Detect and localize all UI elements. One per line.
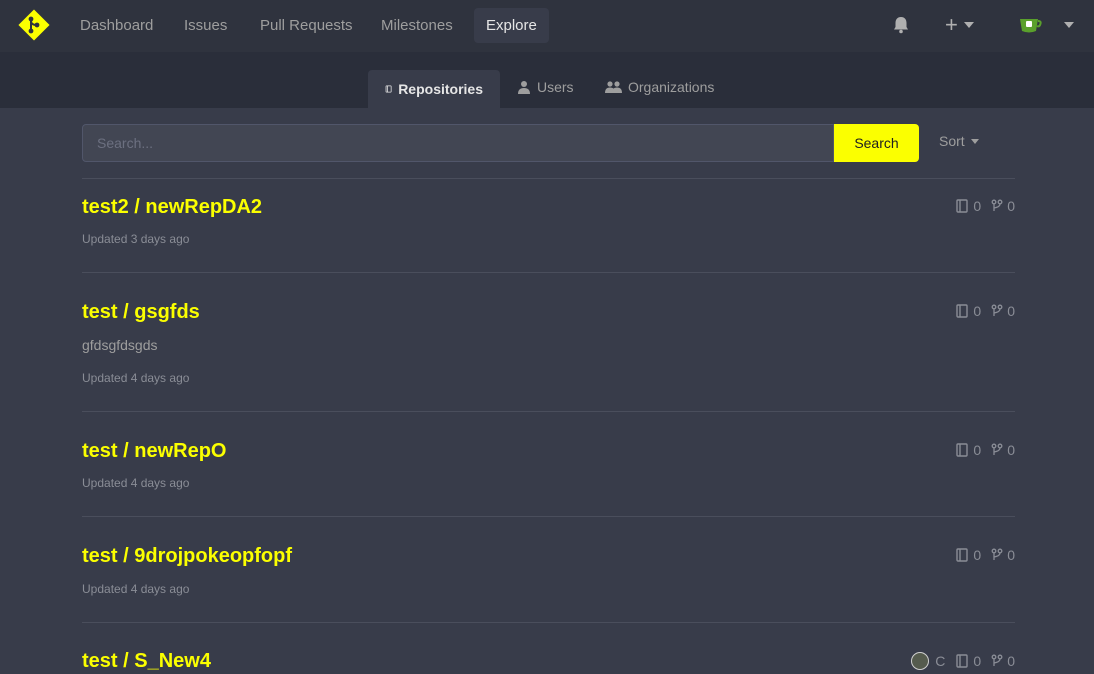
fork-icon (991, 443, 1003, 455)
stars-stat: 0 (955, 198, 981, 214)
repo-stats: 0 0 (945, 442, 1015, 458)
forks-stat: 0 (991, 547, 1015, 563)
repo-updated-time: Updated 4 days ago (82, 371, 190, 385)
divider (82, 272, 1015, 273)
forks-count: 0 (1007, 198, 1015, 214)
forks-count: 0 (1007, 547, 1015, 563)
stars-count: 0 (973, 198, 982, 214)
forks-stat: 0 (991, 198, 1015, 214)
tab-organizations-label: Organizations (628, 79, 715, 95)
search-button[interactable]: Search (834, 124, 919, 162)
repo-book-icon (956, 654, 969, 668)
repo-stats: 0 0 (945, 303, 1015, 319)
chevron-down-icon (963, 22, 974, 28)
repo-updated-time: Updated 4 days ago (82, 582, 190, 596)
tab-users-label: Users (537, 79, 574, 95)
user-icon (518, 81, 530, 94)
divider (82, 411, 1015, 412)
forks-stat: 0 (991, 653, 1015, 669)
forks-count: 0 (1007, 303, 1015, 319)
user-menu-chevron-icon[interactable] (1064, 22, 1074, 28)
repo-description: gfdsgfdsgds (82, 337, 158, 353)
stars-stat: 0 (955, 653, 981, 669)
chevron-down-icon (970, 138, 979, 144)
repo-title-link[interactable]: test / S_New4 (82, 650, 211, 673)
repo-title-link[interactable]: test / 9drojpokeopfopf (82, 545, 292, 568)
stars-stat: 0 (955, 442, 981, 458)
fork-icon (991, 548, 1003, 560)
repo-stats: C 0 0 (911, 652, 1015, 670)
search-input[interactable] (82, 124, 834, 162)
stars-count: 0 (973, 547, 982, 563)
divider (82, 622, 1015, 623)
language-color-dot (911, 652, 930, 670)
repo-icon (385, 85, 392, 93)
repo-book-icon (956, 199, 969, 213)
repo-updated-time: Updated 4 days ago (82, 476, 190, 490)
gitea-logo-icon[interactable] (17, 8, 51, 42)
fork-icon (991, 199, 1003, 211)
repo-title-link[interactable]: test2 / newRepDA2 (82, 196, 262, 219)
repo-stats: 0 0 (945, 198, 1015, 214)
create-new-menu[interactable]: + (945, 14, 981, 36)
nav-pull-requests[interactable]: Pull Requests (248, 8, 365, 43)
repo-book-icon (956, 304, 969, 318)
user-avatar[interactable] (1018, 14, 1042, 34)
repo-title-link[interactable]: test / gsgfds (82, 301, 200, 324)
repo-updated-time: Updated 3 days ago (82, 232, 190, 246)
repo-book-icon (956, 443, 969, 457)
fork-icon (991, 304, 1003, 316)
repo-stats: 0 0 (945, 547, 1015, 563)
sort-dropdown[interactable]: Sort (939, 133, 979, 149)
stars-count: 0 (973, 303, 982, 319)
nav-dashboard[interactable]: Dashboard (68, 8, 165, 43)
organization-icon (605, 81, 622, 93)
tab-users[interactable]: Users (500, 68, 591, 106)
repo-book-icon (956, 548, 969, 562)
notification-bell-icon[interactable] (891, 15, 911, 35)
divider (82, 516, 1015, 517)
repo-language: C (935, 653, 946, 669)
forks-stat: 0 (991, 303, 1015, 319)
tab-repositories[interactable]: Repositories (368, 70, 500, 108)
forks-stat: 0 (991, 442, 1015, 458)
repo-title-link[interactable]: test / newRepO (82, 440, 226, 463)
stars-count: 0 (973, 653, 982, 669)
stars-count: 0 (973, 442, 982, 458)
tab-repositories-label: Repositories (398, 81, 483, 97)
nav-explore[interactable]: Explore (474, 8, 549, 43)
tab-organizations[interactable]: Organizations (588, 68, 731, 106)
stars-stat: 0 (955, 303, 981, 319)
explore-tabbar: Repositories Users Organizations (0, 52, 1094, 108)
sort-label: Sort (939, 133, 965, 149)
stars-stat: 0 (955, 547, 981, 563)
plus-icon: + (945, 12, 958, 37)
top-navbar: Dashboard Issues Pull Requests Milestone… (0, 0, 1094, 52)
nav-milestones[interactable]: Milestones (369, 8, 465, 43)
nav-issues[interactable]: Issues (172, 8, 239, 43)
forks-count: 0 (1007, 442, 1015, 458)
divider (82, 178, 1015, 179)
forks-count: 0 (1007, 653, 1015, 669)
fork-icon (991, 654, 1003, 666)
